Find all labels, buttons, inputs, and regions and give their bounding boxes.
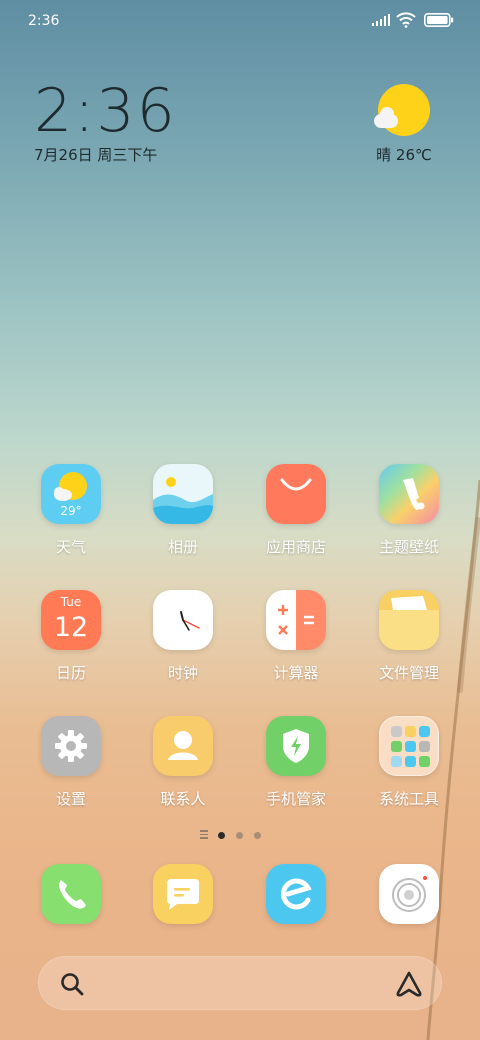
contacts-icon xyxy=(153,716,213,776)
dock-camera[interactable] xyxy=(354,864,464,924)
app-label: 日历 xyxy=(55,664,86,682)
camera-icon xyxy=(379,864,439,924)
app-label: 联系人 xyxy=(160,790,206,808)
wifi-icon xyxy=(396,12,416,28)
search-icon xyxy=(61,973,84,996)
app-app-store[interactable]: 应用商店 xyxy=(241,464,351,557)
app-store-icon xyxy=(266,464,326,524)
page-dot xyxy=(236,832,243,839)
system-tools-folder-icon xyxy=(379,716,439,776)
file-manager-icon xyxy=(379,590,439,650)
settings-icon xyxy=(41,716,101,776)
app-clock[interactable]: 时钟 xyxy=(128,590,238,683)
gallery-icon xyxy=(153,464,213,524)
app-label: 应用商店 xyxy=(265,538,326,556)
browser-icon xyxy=(266,864,326,924)
app-label: 系统工具 xyxy=(378,790,439,808)
app-gallery[interactable]: 相册 xyxy=(128,464,238,557)
phone-icon xyxy=(41,864,101,924)
app-weather[interactable]: 29° 天气 xyxy=(16,464,126,557)
app-calculator[interactable]: 计算器 xyxy=(241,590,351,683)
widget-date: 7月26日 周三下午 xyxy=(34,146,158,164)
app-label: 主题壁纸 xyxy=(378,538,439,556)
themes-icon xyxy=(379,464,439,524)
messages-icon xyxy=(153,864,213,924)
app-security[interactable]: 手机管家 xyxy=(241,716,351,809)
weather-summary: 晴 26℃ xyxy=(364,144,444,165)
calculator-icon xyxy=(266,590,326,650)
folder-system-tools[interactable]: 系统工具 xyxy=(354,716,464,809)
clock-widget[interactable]: 2:36 7月26日 周三下午 xyxy=(34,80,177,165)
weather-icon-temp: 29° xyxy=(60,504,82,518)
dock-browser[interactable] xyxy=(241,864,351,924)
security-icon xyxy=(266,716,326,776)
app-label: 天气 xyxy=(55,538,86,556)
cellular-signal-icon xyxy=(372,14,390,26)
app-calendar[interactable]: Tue 12 日历 xyxy=(16,590,126,683)
status-bar: 2:36 xyxy=(0,0,480,42)
app-label: 手机管家 xyxy=(265,790,326,808)
calendar-icon: Tue 12 xyxy=(41,590,101,650)
search-bar[interactable] xyxy=(38,956,442,1010)
sun-cloud-icon xyxy=(374,84,434,140)
menu-lines-icon xyxy=(200,830,208,841)
app-file-manager[interactable]: 文件管理 xyxy=(354,590,464,683)
assistant-icon[interactable] xyxy=(395,970,423,998)
weather-temperature: 26℃ xyxy=(395,146,432,164)
app-label: 文件管理 xyxy=(378,664,439,682)
widget-time: 2:36 xyxy=(34,76,177,146)
app-themes[interactable]: 主题壁纸 xyxy=(354,464,464,557)
calendar-day-number: 12 xyxy=(53,612,89,643)
app-contacts[interactable]: 联系人 xyxy=(128,716,238,809)
app-label: 计算器 xyxy=(273,664,319,682)
weather-widget[interactable]: 晴 26℃ xyxy=(364,84,444,165)
page-indicator[interactable] xyxy=(0,828,480,842)
battery-icon xyxy=(424,13,454,27)
calendar-day-name: Tue xyxy=(60,595,82,609)
app-label: 相册 xyxy=(167,538,198,556)
app-label: 时钟 xyxy=(167,664,198,682)
page-dot xyxy=(254,832,261,839)
app-label: 设置 xyxy=(55,790,86,808)
dock-phone[interactable] xyxy=(16,864,126,924)
weather-condition: 晴 xyxy=(376,146,392,164)
clock-icon xyxy=(153,590,213,650)
app-settings[interactable]: 设置 xyxy=(16,716,126,809)
page-dot-active xyxy=(218,832,225,839)
dock-messages[interactable] xyxy=(128,864,238,924)
status-time: 2:36 xyxy=(28,13,60,29)
weather-icon: 29° xyxy=(41,464,101,524)
